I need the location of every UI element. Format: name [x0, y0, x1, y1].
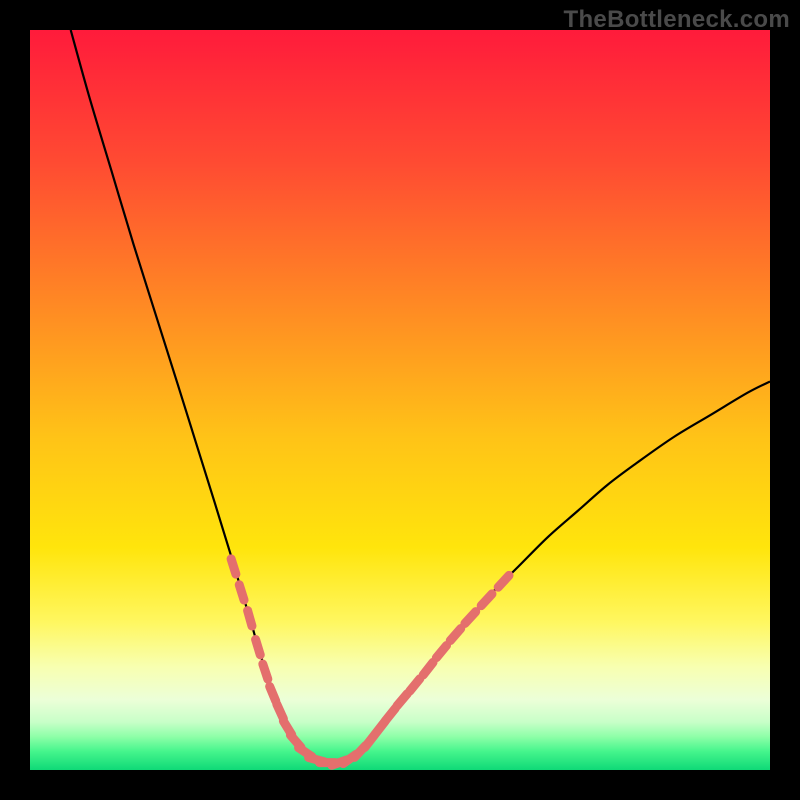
curve-path	[71, 30, 770, 764]
curve-marker	[397, 694, 407, 706]
curve-marker	[410, 679, 420, 691]
curve-marker	[465, 612, 476, 624]
curve-marker	[239, 585, 244, 600]
curve-marker	[270, 686, 276, 701]
curve-marker	[248, 611, 252, 626]
curve-marker	[256, 640, 261, 655]
bottleneck-curve	[30, 30, 770, 770]
curve-marker	[231, 559, 236, 574]
curve-marker	[423, 662, 433, 675]
curve-marker	[450, 629, 461, 641]
curve-markers	[231, 559, 509, 765]
curve-marker	[385, 708, 395, 721]
curve-marker	[481, 594, 492, 606]
curve-marker	[263, 664, 268, 679]
curve-marker	[436, 645, 446, 657]
curve-marker	[498, 575, 509, 587]
plot-area	[30, 30, 770, 770]
chart-frame: TheBottleneck.com	[0, 0, 800, 800]
